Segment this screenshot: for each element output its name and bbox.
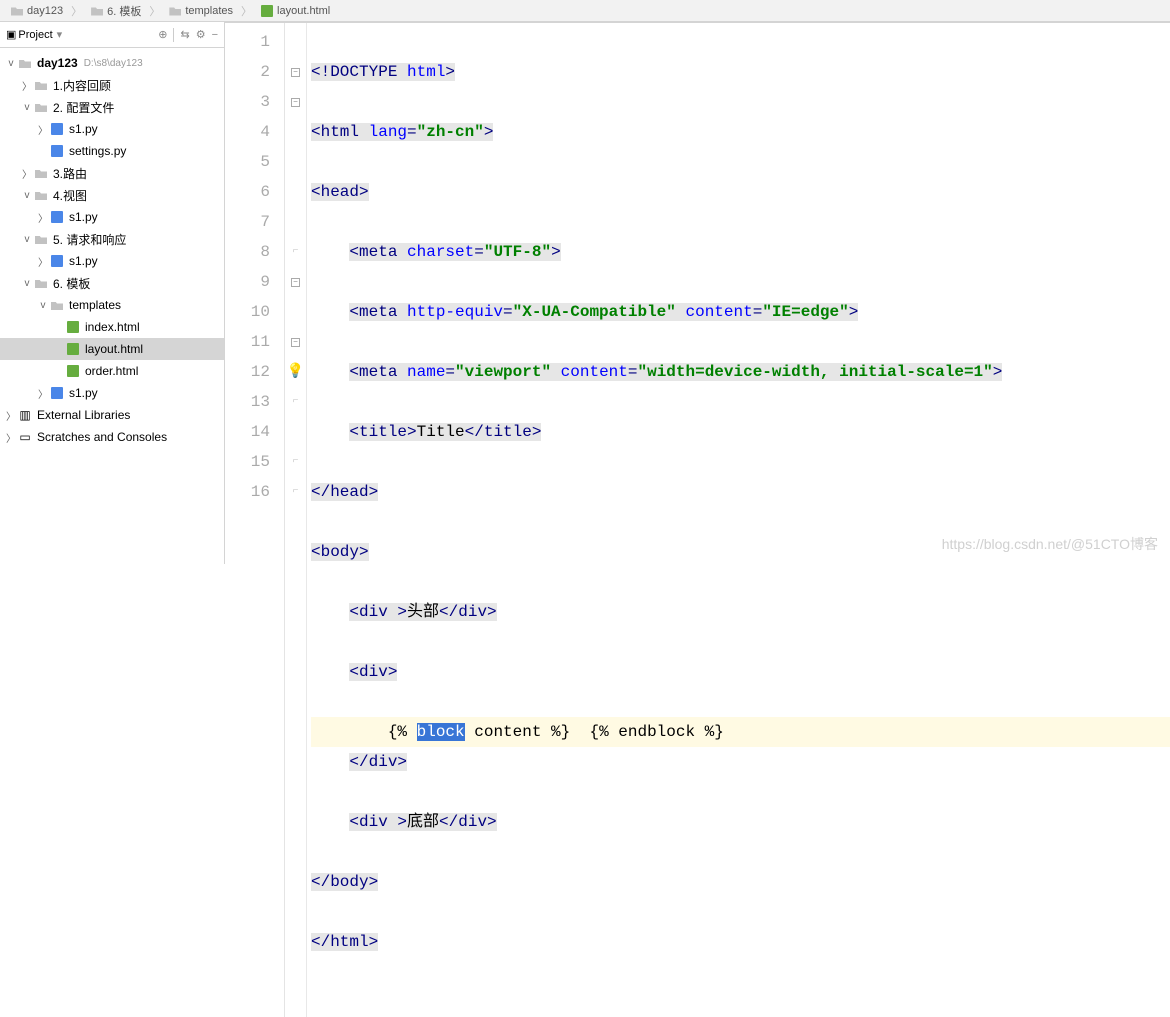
tree-root[interactable]: v day123 D:\s8\day123 xyxy=(0,52,224,74)
project-header[interactable]: ▣ Project ▾ ⊕ ⇆ ⚙ − xyxy=(0,22,224,48)
tree-root-name: day123 xyxy=(37,56,78,70)
project-title: Project xyxy=(18,29,52,41)
code-editor[interactable]: 12345678910111213141516 − − ⌐ − − 💡 ⌐ ⌐ … xyxy=(225,23,1170,1017)
fold-column: − − ⌐ − − 💡 ⌐ ⌐ ⌐ xyxy=(285,23,307,1017)
py-icon xyxy=(50,144,64,158)
tree-item[interactable]: 〉s1.py xyxy=(0,250,224,272)
tree-item[interactable]: 〉s1.py xyxy=(0,382,224,404)
html-icon xyxy=(66,342,80,356)
tree-item[interactable]: v2. 配置文件 xyxy=(0,96,224,118)
folder-icon xyxy=(34,188,48,202)
project-sidebar: ▣ Project ▾ ⊕ ⇆ ⚙ − v day123 D:\s8\day12… xyxy=(0,22,225,564)
folder-icon xyxy=(50,298,64,312)
tree-item[interactable]: order.html xyxy=(0,360,224,382)
fold-marker[interactable]: − xyxy=(291,68,300,77)
html-icon xyxy=(260,4,274,18)
main-area: ▣ Project ▾ ⊕ ⇆ ⚙ − v day123 D:\s8\day12… xyxy=(0,22,1170,564)
tree-item[interactable]: 〉s1.py xyxy=(0,206,224,228)
breadcrumb-item[interactable]: 6. 模板 xyxy=(84,3,147,19)
tree-item[interactable]: v5. 请求和响应 xyxy=(0,228,224,250)
scratch-icon: ▭ xyxy=(18,430,32,444)
chevron-right-icon: 〉 xyxy=(69,3,84,19)
breadcrumb-bar: day123 〉 6. 模板 〉 templates 〉 layout.html xyxy=(0,0,1170,22)
current-line: {% block content %} {% endblock %} xyxy=(311,717,1170,747)
external-libraries[interactable]: 〉▥ External Libraries xyxy=(0,404,224,426)
line-number: 10 xyxy=(225,297,270,327)
py-icon xyxy=(50,254,64,268)
chevron-right-icon: 〉 xyxy=(239,3,254,19)
tree-item[interactable]: index.html xyxy=(0,316,224,338)
selection: block xyxy=(417,723,465,741)
folder-icon xyxy=(34,166,48,180)
folder-icon xyxy=(34,232,48,246)
tree-item[interactable]: v6. 模板 xyxy=(0,272,224,294)
folder-icon xyxy=(90,4,104,18)
target-icon[interactable]: ⊕ xyxy=(158,28,167,41)
tree-item[interactable]: v4.视图 xyxy=(0,184,224,206)
line-number: 3 xyxy=(225,87,270,117)
tree-item[interactable]: layout.html xyxy=(0,338,224,360)
folder-icon xyxy=(34,78,48,92)
py-icon xyxy=(50,122,64,136)
tree-root-path: D:\s8\day123 xyxy=(84,58,143,69)
tree-item[interactable]: 〉3.路由 xyxy=(0,162,224,184)
project-tree[interactable]: v day123 D:\s8\day123 〉1.内容回顾v2. 配置文件〉s1… xyxy=(0,48,224,452)
scratches-consoles[interactable]: 〉▭ Scratches and Consoles xyxy=(0,426,224,448)
line-number: 8 xyxy=(225,237,270,267)
line-number: 6 xyxy=(225,177,270,207)
breadcrumb-item[interactable]: day123 xyxy=(4,4,69,18)
library-icon: ▥ xyxy=(18,408,32,422)
py-icon xyxy=(50,386,64,400)
tree-item[interactable]: 〉s1.py xyxy=(0,118,224,140)
html-icon xyxy=(66,364,80,378)
gear-icon[interactable]: ⚙ xyxy=(196,28,206,41)
line-number: 2 xyxy=(225,57,270,87)
fold-marker[interactable]: − xyxy=(291,278,300,287)
line-number: 13 xyxy=(225,387,270,417)
editor-area: s6.py×装饰器作业.py×4.视图\s1.py×2. 配置文件\s1.py×… xyxy=(225,22,1170,564)
folder-icon xyxy=(10,4,24,18)
line-number: 1 xyxy=(225,27,270,57)
line-number: 15 xyxy=(225,447,270,477)
line-number: 12 xyxy=(225,357,270,387)
line-number: 4 xyxy=(225,117,270,147)
line-number: 5 xyxy=(225,147,270,177)
folder-icon xyxy=(34,100,48,114)
collapse-icon[interactable]: ⇆ xyxy=(180,28,189,41)
fold-marker[interactable]: − xyxy=(291,338,300,347)
breadcrumb-item[interactable]: templates xyxy=(162,4,239,18)
bulb-icon[interactable]: 💡 xyxy=(287,357,304,387)
breadcrumb-item[interactable]: layout.html xyxy=(254,4,336,18)
folder-icon xyxy=(168,4,182,18)
line-number: 14 xyxy=(225,417,270,447)
tree-item[interactable]: settings.py xyxy=(0,140,224,162)
hide-icon[interactable]: − xyxy=(212,29,218,41)
line-gutter: 12345678910111213141516 xyxy=(225,23,285,1017)
py-icon xyxy=(50,210,64,224)
fold-marker[interactable]: − xyxy=(291,98,300,107)
folder-icon xyxy=(34,276,48,290)
chevron-right-icon: 〉 xyxy=(147,3,162,19)
line-number: 7 xyxy=(225,207,270,237)
tree-item[interactable]: 〉1.内容回顾 xyxy=(0,74,224,96)
html-icon xyxy=(66,320,80,334)
code-content[interactable]: <!DOCTYPE html> <html lang="zh-cn"> <hea… xyxy=(307,23,1170,1017)
line-number: 11 xyxy=(225,327,270,357)
line-number: 9 xyxy=(225,267,270,297)
tree-item[interactable]: vtemplates xyxy=(0,294,224,316)
line-number: 16 xyxy=(225,477,270,507)
